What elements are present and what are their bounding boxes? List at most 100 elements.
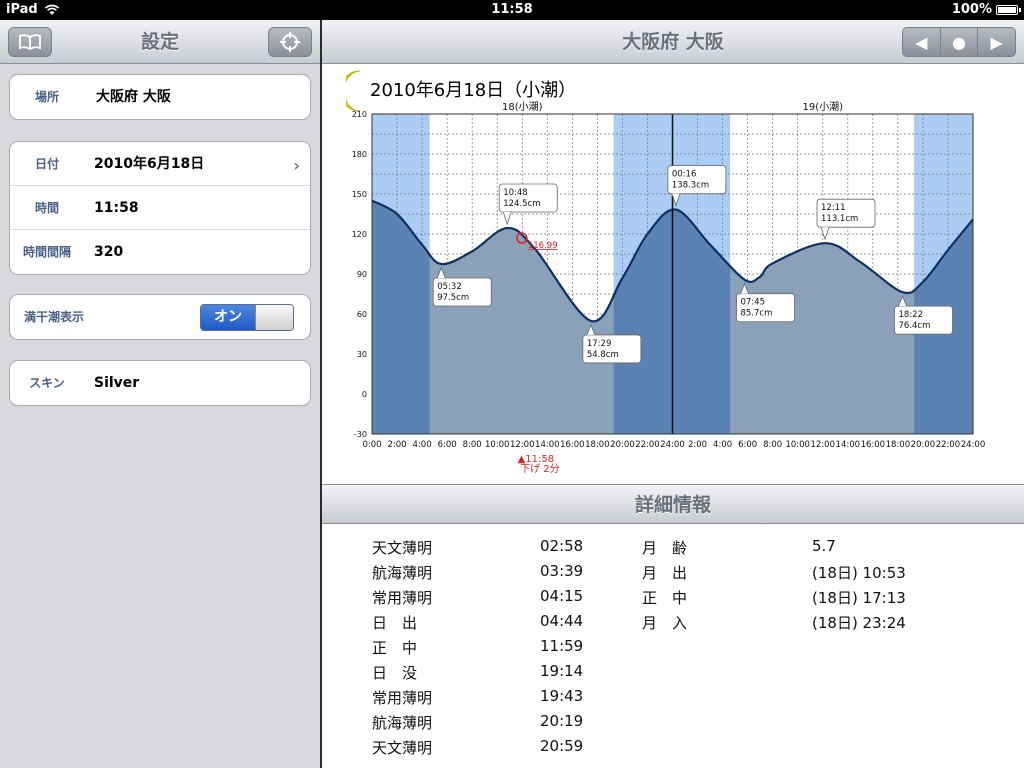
prev-day-button[interactable]: ◀ xyxy=(903,28,940,56)
triangle-right-icon: ▶ xyxy=(990,32,1003,52)
day-navigation-control: ◀ ● ▶ xyxy=(902,27,1016,57)
settings-navbar: 設定 xyxy=(0,20,320,64)
y-tick-label: 210 xyxy=(352,110,367,119)
y-tick-label: 30 xyxy=(357,350,367,359)
datetime-group: 日付 2010年6月18日 › 時間 11:58 時間間隔 320 xyxy=(9,141,311,275)
day-label: 19(小潮) xyxy=(802,100,843,113)
x-tick-label: 20:00 xyxy=(610,440,635,450)
skin-value: Silver xyxy=(94,375,140,391)
extremum-level: 124.5cm xyxy=(503,199,540,209)
extremum-time: 12:11 xyxy=(821,203,846,213)
moon-event-value: 5.7 xyxy=(812,537,836,555)
sun-event-label: 正 中 xyxy=(372,639,418,657)
sun-event-time: 02:58 xyxy=(540,537,584,555)
locate-button[interactable] xyxy=(268,27,312,57)
x-tick-label: 2:00 xyxy=(688,440,707,450)
skin-row[interactable]: スキン Silver xyxy=(10,361,310,405)
sun-event-label: 日 出 xyxy=(372,614,418,632)
dot-icon: ● xyxy=(952,32,966,52)
sun-event-time: 20:59 xyxy=(540,737,584,755)
tide-display-switch[interactable]: オン xyxy=(200,304,294,331)
y-tick-label: 60 xyxy=(357,310,367,319)
moon-event-value: (18日) 10:53 xyxy=(812,564,906,582)
interval-label: 時間間隔 xyxy=(22,245,71,259)
x-tick-label: 10:00 xyxy=(485,440,510,450)
tide-display-row: 満干潮表示 オン xyxy=(10,295,310,339)
location-value: 大阪府 大阪 xyxy=(96,89,171,105)
x-tick-label: 20:00 xyxy=(911,440,936,450)
extremum-level: 97.5cm xyxy=(437,293,469,303)
detail-pane: 大阪府 大阪 ◀ ● ▶ 2010年6月18日（小潮） -30 0 30 60 90 12… xyxy=(322,20,1024,768)
moon-event-label: 月 出 xyxy=(642,564,688,582)
today-button[interactable]: ● xyxy=(939,28,978,56)
next-day-button[interactable]: ▶ xyxy=(977,28,1015,56)
status-bar: iPad 11:58 100% xyxy=(0,0,1024,20)
moon-event-label: 月 齢 xyxy=(642,539,688,557)
time-label: 時間 xyxy=(34,201,59,215)
sun-event-label: 天文薄明 xyxy=(372,739,433,757)
sun-event-time: 20:19 xyxy=(540,712,584,730)
x-tick-label: 4:00 xyxy=(413,440,432,450)
x-tick-label: 6:00 xyxy=(438,440,457,450)
sun-event-time: 04:44 xyxy=(540,612,584,630)
tide-display-group: 満干潮表示 オン xyxy=(9,294,311,340)
y-tick-label: 120 xyxy=(352,230,367,239)
crosshair-icon xyxy=(280,32,300,52)
x-tick-label: 8:00 xyxy=(763,440,782,450)
x-tick-label: 16:00 xyxy=(560,440,585,450)
x-tick-label: 22:00 xyxy=(936,440,961,450)
extremum-time: 00:16 xyxy=(672,170,697,180)
location-label: 場所 xyxy=(34,90,59,104)
sun-event-label: 航海薄明 xyxy=(372,714,433,732)
extremum-level: 54.8cm xyxy=(587,350,619,360)
current-level-value: 116.99 xyxy=(528,241,558,251)
sun-event-label: 天文薄明 xyxy=(372,539,433,557)
chevron-right-icon: › xyxy=(293,156,300,175)
extremum-time: 05:32 xyxy=(437,282,462,292)
moon-event-value: (18日) 23:24 xyxy=(812,614,906,632)
location-row[interactable]: 場所 大阪府 大阪 xyxy=(10,75,310,119)
x-tick-label: 0:00 xyxy=(362,440,381,450)
sun-event-time: 03:39 xyxy=(540,562,584,580)
x-tick-label: 14:00 xyxy=(836,440,861,450)
interval-row[interactable]: 時間間隔 320 xyxy=(10,230,310,274)
date-label: 日付 xyxy=(34,157,59,171)
sun-event-label: 常用薄明 xyxy=(372,689,433,707)
extremum-level: 138.3cm xyxy=(672,181,709,191)
x-tick-label: 24:00 xyxy=(961,440,986,450)
extremum-time: 17:29 xyxy=(587,339,612,349)
tide-display-label: 満干潮表示 xyxy=(24,310,85,324)
time-row[interactable]: 時間 11:58 xyxy=(10,186,310,230)
moon-event-label: 正 中 xyxy=(642,589,688,607)
sun-event-time: 19:14 xyxy=(540,662,584,680)
sun-event-time: 04:15 xyxy=(540,587,584,605)
extremum-time: 18:22 xyxy=(899,310,924,320)
switch-on-label: オン xyxy=(201,305,255,330)
extremum-time: 10:48 xyxy=(503,188,527,198)
x-tick-label: 6:00 xyxy=(738,440,757,450)
battery-icon xyxy=(996,4,1021,15)
skin-group: スキン Silver xyxy=(9,360,311,406)
x-tick-label: 10:00 xyxy=(785,440,810,450)
x-tick-label: 14:00 xyxy=(535,440,560,450)
x-tick-label: 12:00 xyxy=(811,440,836,450)
location-group: 場所 大阪府 大阪 xyxy=(9,74,311,120)
skin-label: スキン xyxy=(29,376,65,390)
x-tick-label: 22:00 xyxy=(635,440,660,450)
extremum-level: 76.4cm xyxy=(899,321,931,331)
sun-event-label: 常用薄明 xyxy=(372,589,433,607)
x-tick-label: 24:00 xyxy=(660,440,685,450)
date-row[interactable]: 日付 2010年6月18日 › xyxy=(10,142,310,186)
battery-percent: 100% xyxy=(951,2,992,17)
switch-knob xyxy=(255,305,293,330)
y-tick-label: 0 xyxy=(362,390,367,399)
day-label: 18(小潮) xyxy=(502,100,543,113)
x-tick-label: 4:00 xyxy=(713,440,732,450)
x-tick-label: 2:00 xyxy=(387,440,406,450)
x-tick-label: 18:00 xyxy=(886,440,911,450)
x-tick-label: 16:00 xyxy=(861,440,886,450)
tide-chart: 2010年6月18日（小潮） -30 0 30 60 90 120 150 180 210 0:0… xyxy=(322,64,1024,484)
moon-event-value: (18日) 17:13 xyxy=(812,589,906,607)
sun-event-label: 日 没 xyxy=(372,664,418,682)
y-tick-label: -30 xyxy=(354,430,367,439)
